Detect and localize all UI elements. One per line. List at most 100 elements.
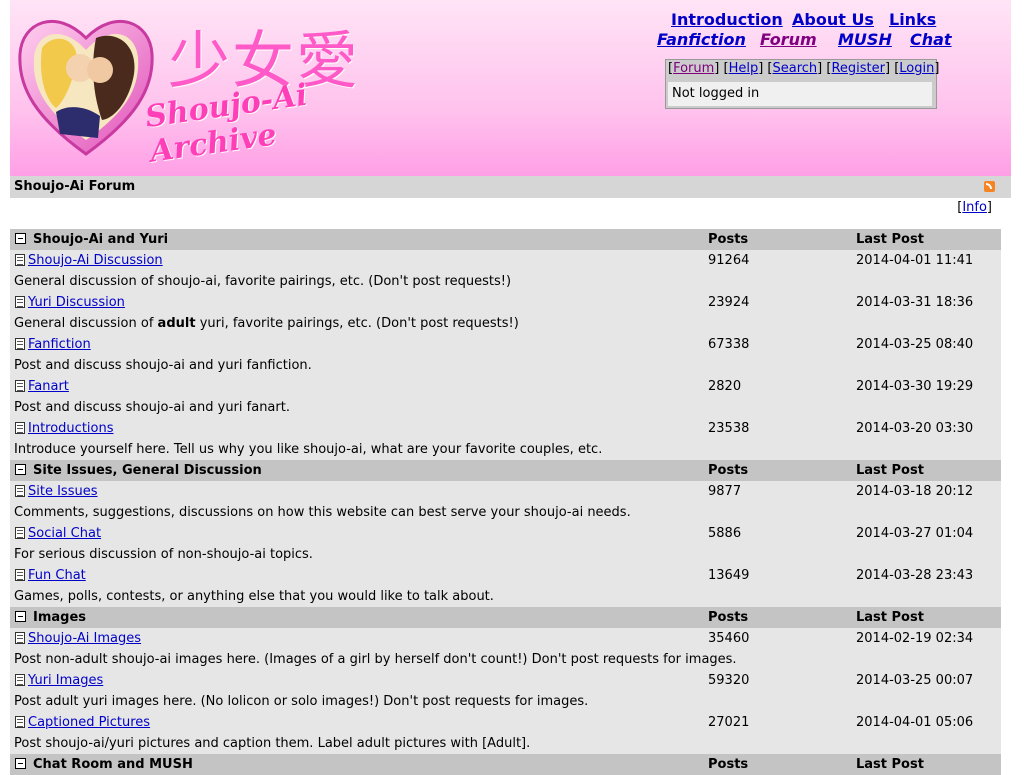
nav-mush-link[interactable]: MUSH [838,30,892,49]
forum-doc-icon [15,569,25,581]
collapse-icon[interactable] [15,233,26,244]
forum-description: Games, polls, contests, or anything else… [10,586,1001,607]
forum-description: Comments, suggestions, discussions on ho… [10,502,1001,523]
nav-chat-link[interactable]: Chat [910,30,952,49]
category-name: Site Issues, General Discussion [33,463,262,478]
heart-logo-icon [18,19,154,156]
forum-link[interactable]: Captioned Pictures [28,712,150,733]
forum-description-text: General discussion of [14,316,158,331]
rss-icon[interactable] [984,181,995,192]
last-post-column-header: Last Post [856,610,924,625]
forum-description: Post and discuss shoujo-ai and yuri fanf… [10,355,1001,376]
page-title: Shoujo-Ai Forum [14,179,136,194]
forum-post-count: 9877 [708,484,742,499]
forum-row: Social Chat 5886 2014-03-27 01:04 [10,523,1001,544]
user-login-link[interactable]: Login [899,61,934,76]
user-help-link[interactable]: Help [729,61,759,76]
forum-table: Shoujo-Ai and Yuri Posts Last Post Shoujo-A… [10,229,1001,775]
info-link[interactable]: Info [962,200,987,215]
forum-post-count: 91264 [708,253,750,268]
forum-description-text: Introduce yourself here. Tell us why you… [14,442,603,457]
collapse-icon[interactable] [15,758,26,769]
nav-about-us-link[interactable]: About Us [792,10,874,29]
forum-post-count: 27021 [708,715,750,730]
forum-description-text-after: yuri, favorite pairings, etc. (Don't pos… [195,316,519,331]
forum-description-text: Post non-adult shoujo-ai images here. (I… [14,652,737,667]
nav-introduction-link[interactable]: Introduction [671,10,783,29]
forum-link[interactable]: Shoujo-Ai Images [28,628,141,649]
forum-row: Site Issues 9877 2014-03-18 20:12 [10,481,1001,502]
forum-doc-icon [15,296,25,308]
forum-link[interactable]: Social Chat [28,523,101,544]
category-name: Shoujo-Ai and Yuri [33,232,169,247]
forum-titlebar: Shoujo-Ai Forum [10,176,1011,198]
forum-row: Yuri Images 59320 2014-03-25 00:07 [10,670,1001,691]
nav-fanfiction-link[interactable]: Fanfiction [657,30,746,49]
forum-description: Post adult yuri images here. (No lolicon… [10,691,1001,712]
category-header: Images Posts Last Post [10,607,1001,628]
forum-description: Post and discuss shoujo-ai and yuri fana… [10,397,1001,418]
category-header: Chat Room and MUSH Posts Last Post [10,754,1001,775]
posts-column-header: Posts [708,757,749,772]
forum-link[interactable]: Fun Chat [28,565,86,586]
user-panel: [Forum] [Help] [Search] [Register] [Logi… [665,59,939,109]
forum-link[interactable]: Site Issues [28,481,97,502]
forum-description: Post shoujo-ai/yuri pictures and caption… [10,733,1001,754]
info-link-wrap: [Info] [957,200,992,215]
last-post-column-header: Last Post [856,463,924,478]
forum-doc-icon [15,485,25,497]
posts-column-header: Posts [708,463,749,478]
user-register-link[interactable]: Register [831,61,885,76]
forum-last-post: 2014-04-01 11:41 [856,253,974,268]
forum-post-count: 5886 [708,526,742,541]
forum-link[interactable]: Shoujo-Ai Discussion [28,250,163,271]
forum-description-text: Post and discuss shoujo-ai and yuri fanf… [14,358,312,373]
forum-row: Fanart 2820 2014-03-30 19:29 [10,376,1001,397]
forum-doc-icon [15,527,25,539]
nav-links-link[interactable]: Links [889,10,936,29]
forum-last-post: 2014-03-31 18:36 [856,295,974,310]
posts-column-header: Posts [708,610,749,625]
nav-forum-link[interactable]: Forum [760,30,817,49]
posts-column-header: Posts [708,232,749,247]
forum-row: Fanfiction 67338 2014-03-25 08:40 [10,334,1001,355]
forum-post-count: 13649 [708,568,750,583]
forum-description-emphasis: adult [157,316,196,331]
forum-post-count: 2820 [708,379,742,394]
forum-description-text: Post and discuss shoujo-ai and yuri fana… [14,400,290,415]
forum-doc-icon [15,422,25,434]
forum-description: Introduce yourself here. Tell us why you… [10,439,1001,460]
user-search-link[interactable]: Search [773,61,818,76]
forum-post-count: 35460 [708,631,750,646]
forum-last-post: 2014-03-20 03:30 [856,421,974,436]
user-forum-link[interactable]: Forum [673,61,714,76]
forum-link[interactable]: Yuri Discussion [28,292,125,313]
forum-last-post: 2014-04-01 05:06 [856,715,974,730]
forum-row: Shoujo-Ai Discussion 91264 2014-04-01 11:4… [10,250,1001,271]
forum-last-post: 2014-02-19 02:34 [856,631,974,646]
forum-row: Captioned Pictures 27021 2014-04-01 05:06 [10,712,1001,733]
forum-last-post: 2014-03-28 23:43 [856,568,974,583]
category-name: Chat Room and MUSH [33,757,193,772]
forum-link[interactable]: Yuri Images [28,670,103,691]
category-name: Images [33,610,87,625]
forum-link[interactable]: Fanfiction [28,334,91,355]
login-status: Not logged in [668,82,932,106]
forum-post-count: 23924 [708,295,750,310]
collapse-icon[interactable] [15,611,26,622]
forum-last-post: 2014-03-18 20:12 [856,484,974,499]
forum-doc-icon [15,338,25,350]
forum-row: Fun Chat 13649 2014-03-28 23:43 [10,565,1001,586]
site-logo[interactable]: 少女愛 Shoujo-Ai Archive [16,8,442,170]
last-post-column-header: Last Post [856,232,924,247]
forum-last-post: 2014-03-25 00:07 [856,673,974,688]
forum-row: Yuri Discussion 23924 2014-03-31 18:36 [10,292,1001,313]
forum-link[interactable]: Introductions [28,418,114,439]
forum-description: For serious discussion of non-shoujo-ai … [10,544,1001,565]
forum-description-text: Post shoujo-ai/yuri pictures and caption… [14,736,531,751]
collapse-icon[interactable] [15,464,26,475]
forum-doc-icon [15,716,25,728]
forum-post-count: 23538 [708,421,750,436]
forum-doc-icon [15,254,25,266]
forum-link[interactable]: Fanart [28,376,69,397]
